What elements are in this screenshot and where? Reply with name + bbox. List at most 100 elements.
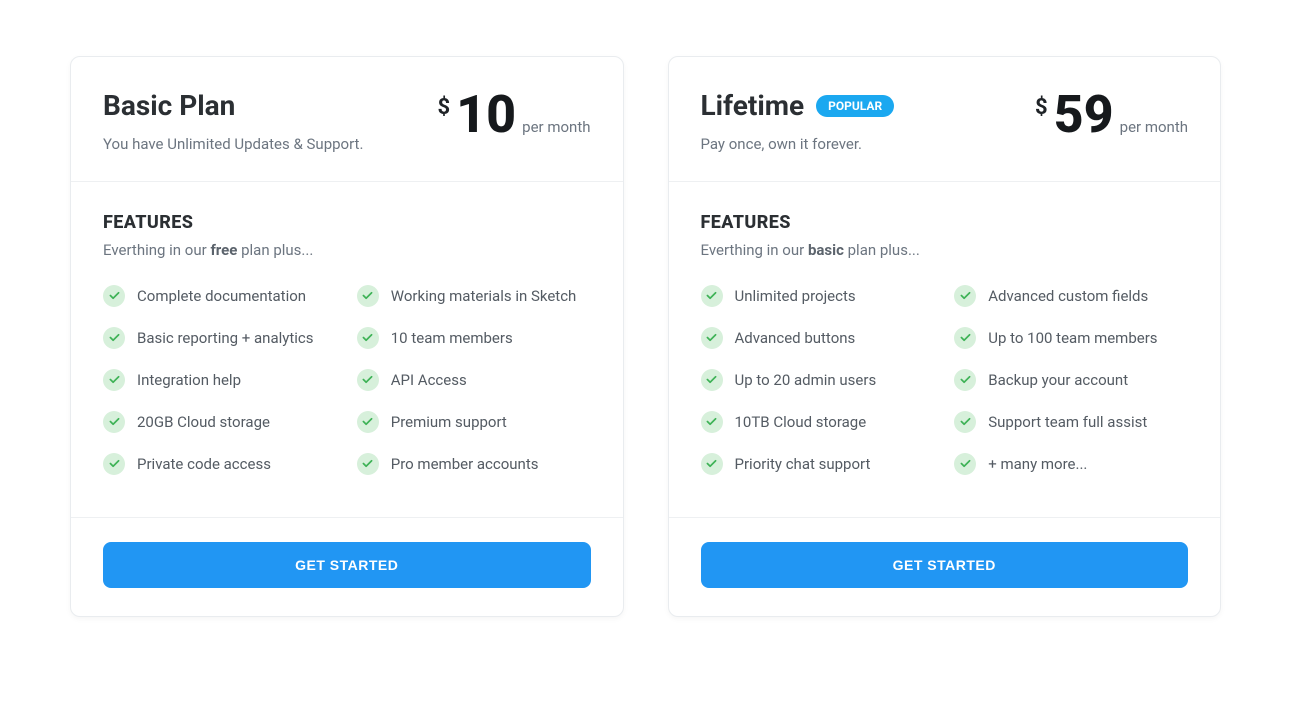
feature-text: Integration help [137,371,241,389]
check-icon [103,369,125,391]
feature-item: Premium support [357,411,591,433]
features-subtitle: Everthing in our basic plan plus... [701,241,1189,259]
feature-item: 10TB Cloud storage [701,411,935,433]
plan-card-lifetime: Lifetime POPULAR Pay once, own it foreve… [668,56,1222,617]
feature-text: Advanced custom fields [988,287,1148,305]
feature-text: Advanced buttons [735,329,856,347]
features-heading: FEATURES [701,212,1189,233]
plan-footer: GET STARTED [669,517,1221,616]
feature-text: Private code access [137,455,271,473]
check-icon [103,285,125,307]
features-sub-bold: basic [808,241,844,259]
feature-item: Basic reporting + analytics [103,327,337,349]
plan-title: Lifetime [701,89,805,123]
plan-body: FEATURES Everthing in our basic plan plu… [669,182,1221,517]
plan-subtitle: You have Unlimited Updates & Support. [103,135,363,153]
feature-item: 10 team members [357,327,591,349]
feature-item: Backup your account [954,369,1188,391]
check-icon [701,411,723,433]
check-icon [954,411,976,433]
feature-text: 10 team members [391,329,513,347]
feature-text: Premium support [391,413,507,431]
plan-footer: GET STARTED [71,517,623,616]
feature-item: Advanced buttons [701,327,935,349]
feature-text: Backup your account [988,371,1128,389]
feature-item: + many more... [954,453,1188,475]
check-icon [357,285,379,307]
feature-text: + many more... [988,455,1087,473]
feature-item: Up to 20 admin users [701,369,935,391]
feature-item: API Access [357,369,591,391]
features-sub-prefix: Everthing in our [701,241,808,259]
feature-text: Unlimited projects [735,287,856,305]
check-icon [701,453,723,475]
feature-text: Working materials in Sketch [391,287,577,305]
check-icon [701,285,723,307]
check-icon [701,369,723,391]
plan-price: $10 per month [438,89,591,141]
feature-text: Support team full assist [988,413,1147,431]
feature-text: Up to 100 team members [988,329,1157,347]
feature-text: API Access [391,371,467,389]
popular-badge: POPULAR [816,95,894,117]
feature-text: Pro member accounts [391,455,539,473]
feature-item: Support team full assist [954,411,1188,433]
get-started-button[interactable]: GET STARTED [103,542,591,588]
feature-item: Private code access [103,453,337,475]
check-icon [357,369,379,391]
plan-price: $59 per month [1035,89,1188,141]
check-icon [954,369,976,391]
check-icon [357,453,379,475]
check-icon [357,327,379,349]
feature-item: Unlimited projects [701,285,935,307]
check-icon [103,411,125,433]
features-sub-suffix: plan plus... [844,241,920,259]
plan-subtitle: Pay once, own it forever. [701,135,895,153]
plan-card-basic: Basic Plan You have Unlimited Updates & … [70,56,624,617]
currency-symbol: $ [1035,95,1048,120]
features-sub-suffix: plan plus... [237,241,313,259]
feature-column-2: Working materials in Sketch 10 team memb… [357,285,591,495]
feature-column-1: Unlimited projects Advanced buttons Up t… [701,285,935,495]
plan-title-block: Basic Plan You have Unlimited Updates & … [103,89,363,153]
feature-columns: Complete documentation Basic reporting +… [103,285,591,495]
plan-header: Basic Plan You have Unlimited Updates & … [71,57,623,182]
feature-columns: Unlimited projects Advanced buttons Up t… [701,285,1189,495]
price-period: per month [522,118,590,136]
features-heading: FEATURES [103,212,591,233]
feature-item: Complete documentation [103,285,337,307]
feature-item: 20GB Cloud storage [103,411,337,433]
plan-title-row: Basic Plan [103,89,363,123]
feature-item: Integration help [103,369,337,391]
plan-title-block: Lifetime POPULAR Pay once, own it foreve… [701,89,895,153]
feature-text: Priority chat support [735,455,871,473]
feature-column-1: Complete documentation Basic reporting +… [103,285,337,495]
feature-column-2: Advanced custom fields Up to 100 team me… [954,285,1188,495]
feature-item: Priority chat support [701,453,935,475]
feature-text: Basic reporting + analytics [137,329,314,347]
feature-text: 10TB Cloud storage [735,413,867,431]
feature-text: Up to 20 admin users [735,371,877,389]
check-icon [954,285,976,307]
features-sub-prefix: Everthing in our [103,241,210,259]
features-subtitle: Everthing in our free plan plus... [103,241,591,259]
check-icon [103,327,125,349]
check-icon [701,327,723,349]
pricing-plans: Basic Plan You have Unlimited Updates & … [70,56,1221,617]
feature-text: 20GB Cloud storage [137,413,270,431]
plan-title-row: Lifetime POPULAR [701,89,895,123]
check-icon [954,327,976,349]
check-icon [103,453,125,475]
feature-item: Working materials in Sketch [357,285,591,307]
feature-text: Complete documentation [137,287,306,305]
currency-symbol: $ [438,95,451,120]
plan-title: Basic Plan [103,89,235,123]
feature-item: Pro member accounts [357,453,591,475]
price-value: 10 [456,89,516,141]
price-period: per month [1120,118,1188,136]
check-icon [357,411,379,433]
price-value: 59 [1054,89,1114,141]
get-started-button[interactable]: GET STARTED [701,542,1189,588]
check-icon [954,453,976,475]
feature-item: Up to 100 team members [954,327,1188,349]
